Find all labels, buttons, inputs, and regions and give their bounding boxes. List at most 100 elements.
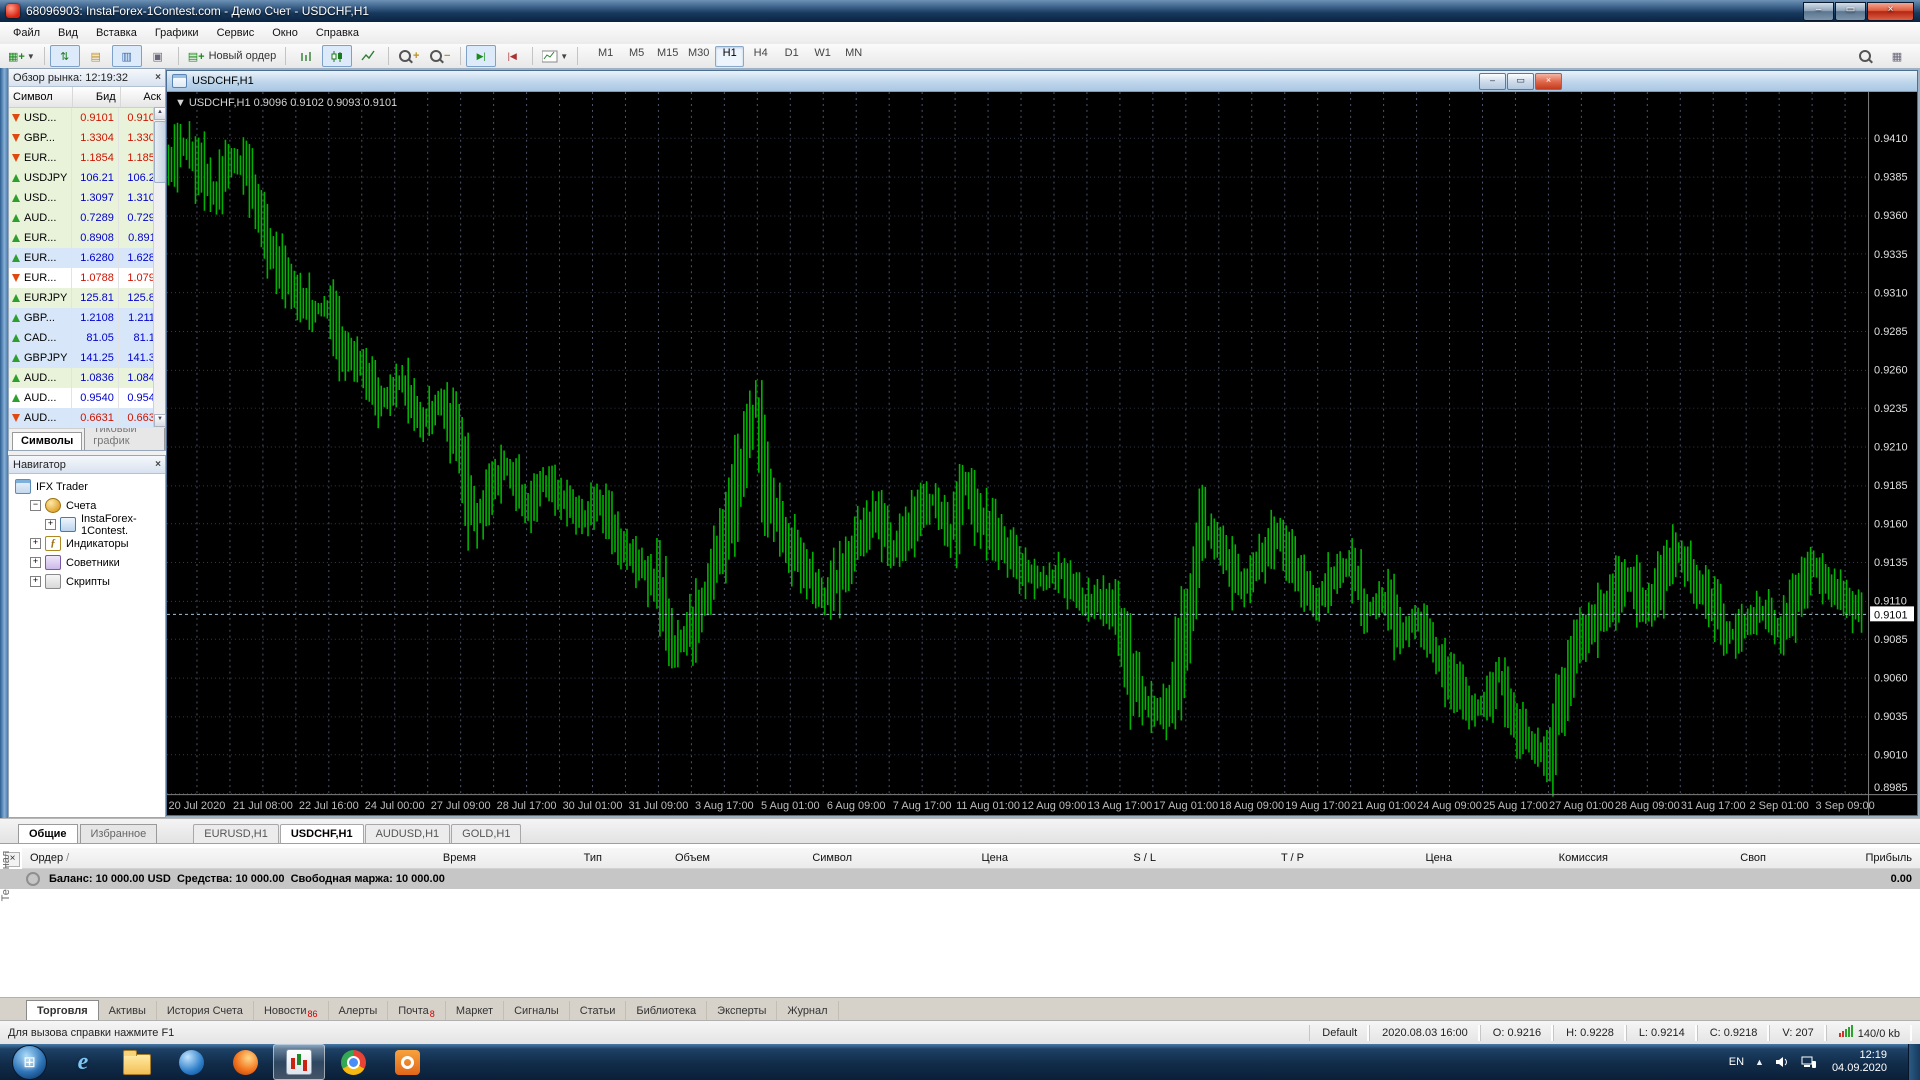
terminal-column-T / P[interactable]: T / P (1164, 852, 1312, 864)
timeframe-button-H1[interactable]: H1 (715, 45, 745, 67)
market-watch-row[interactable]: EUR... 1.6280 1.6287 (9, 248, 165, 268)
nav-tree-item[interactable]: + ƒ Индикаторы (9, 534, 165, 553)
line-chart-button[interactable] (353, 45, 383, 67)
tab-Избранное[interactable]: Избранное (79, 824, 158, 844)
chart-area[interactable]: 0.9410 0.9385 0.9360 0.9335 0.9310 0.9285 0.92… (167, 92, 1917, 815)
market-watch-row[interactable]: GBP... 1.2108 1.2115 (9, 308, 165, 328)
timeframe-button-M1[interactable]: M1 (591, 46, 620, 67)
new-order-button[interactable]: ▤+ Новый ордер (184, 45, 280, 67)
zoom-out-button[interactable]: − (425, 45, 455, 67)
terminal-tab-История Счета[interactable]: История Счета (157, 1001, 254, 1021)
terminal-column-Ордер[interactable]: Ордер / (22, 852, 290, 864)
taskbar-icon-chrome[interactable] (327, 1044, 379, 1080)
taskbar-icon-orange-square-app[interactable] (381, 1044, 433, 1080)
terminal-column-Тип[interactable]: Тип (484, 852, 610, 864)
taskbar-icon-orange-browser[interactable] (219, 1044, 271, 1080)
show-desktop-button[interactable] (1908, 1044, 1920, 1080)
close-icon[interactable]: × (155, 459, 161, 470)
timeframe-button-W1[interactable]: W1 (808, 46, 837, 67)
market-watch-row[interactable]: USDJPY 106.21 106.24 (9, 168, 165, 188)
timeframe-button-H4[interactable]: H4 (746, 46, 775, 67)
timeframe-button-M30[interactable]: M30 (684, 46, 713, 67)
timeframe-button-MN[interactable]: MN (839, 46, 868, 67)
market-watch-row[interactable]: GBPJPY 141.25 141.32 (9, 348, 165, 368)
chart-tab-USDCHF,H1[interactable]: USDCHF,H1 (279, 824, 364, 844)
data-window-button[interactable]: ▤ (81, 45, 111, 67)
chart-shift-button[interactable]: |◀ (497, 45, 527, 67)
tree-expander-plus[interactable]: + (30, 538, 41, 549)
taskbar-icon-internet-explorer[interactable]: e (57, 1044, 109, 1080)
chart-ohlc-info[interactable]: ▼ USDCHF,H1 0.9096 0.9102 0.9093 0.9101 (175, 97, 397, 109)
market-watch-row[interactable]: AUD... 0.6631 0.6639 (9, 408, 165, 428)
timeframe-button-M5[interactable]: M5 (622, 46, 651, 67)
market-watch-row[interactable]: GBP... 1.3304 1.3307 (9, 128, 165, 148)
volume-icon[interactable] (1775, 1055, 1790, 1069)
chart-close-button[interactable]: × (1535, 73, 1562, 90)
terminal-tab-Статьи[interactable]: Статьи (570, 1001, 627, 1021)
network-icon[interactable] (1801, 1055, 1817, 1069)
market-watch-toggle-button[interactable]: ⇅ (49, 45, 80, 67)
market-watch-row[interactable]: EUR... 1.1854 1.1857 (9, 148, 165, 168)
navigator-header[interactable]: Навигатор × (9, 456, 165, 474)
market-watch-column-header[interactable]: Бид (73, 87, 121, 107)
close-button[interactable]: × (1867, 1, 1914, 21)
market-watch-row[interactable]: AUD... 0.9540 0.9548 (9, 388, 165, 408)
candlestick-chart-button[interactable] (322, 45, 353, 67)
terminal-tab-Алерты[interactable]: Алерты (329, 1001, 389, 1021)
market-watch-row[interactable]: USD... 0.9101 0.9104 (9, 108, 165, 128)
taskbar-icon-metatrader4[interactable] (273, 1044, 325, 1080)
new-chart-button[interactable]: ▦+ ▼ (4, 45, 39, 67)
market-watch-column-header[interactable]: Аск (121, 87, 165, 107)
terminal-tab-Почта[interactable]: Почта 8 (388, 1001, 446, 1021)
market-watch-row[interactable]: EURJPY 125.81 125.84 (9, 288, 165, 308)
market-watch-row[interactable]: AUD... 0.7289 0.7292 (9, 208, 165, 228)
maximize-button[interactable]: ▭ (1835, 1, 1866, 21)
chart-background[interactable] (167, 92, 1917, 815)
chart-tab-GOLD,H1[interactable]: GOLD,H1 (451, 824, 522, 844)
clock[interactable]: 12:19 04.09.2020 (1828, 1049, 1887, 1075)
terminal-tab-Сигналы[interactable]: Сигналы (504, 1001, 570, 1021)
terminal-column-Прибыль[interactable]: Прибыль (1774, 852, 1920, 864)
market-watch-row[interactable]: EUR... 0.8908 0.8911 (9, 228, 165, 248)
titlebar[interactable]: 68096903: InstaForex-1Contest.com - Демо… (0, 0, 1920, 22)
terminal-tab-Эксперты[interactable]: Эксперты (707, 1001, 778, 1021)
tree-expander-plus[interactable]: + (30, 576, 41, 587)
show-hidden-icons-button[interactable]: ▲ (1755, 1057, 1764, 1067)
menu-item-Сервис[interactable]: Сервис (208, 24, 264, 42)
market-watch-scrollbar[interactable]: ▲ ▼ (153, 107, 166, 427)
market-watch-header[interactable]: Обзор рынка: 12:19:32 × (9, 69, 165, 87)
market-watch-row[interactable]: CAD... 81.05 81.13 (9, 328, 165, 348)
terminal-column-Объем[interactable]: Объем (610, 852, 718, 864)
menu-item-Справка[interactable]: Справка (307, 24, 368, 42)
chart-tab-EURUSD,H1[interactable]: EURUSD,H1 (193, 824, 279, 844)
terminal-tab-Новости[interactable]: Новости 86 (254, 1001, 329, 1021)
indicators-button[interactable]: ▼ (538, 45, 572, 67)
chart-window-titlebar[interactable]: USDCHF,H1 – ▭ × (167, 71, 1917, 92)
search-button[interactable] (1850, 45, 1880, 67)
menu-item-Вставка[interactable]: Вставка (87, 24, 146, 42)
tab-Общие[interactable]: Общие (18, 824, 78, 844)
scrollbar-thumb[interactable] (154, 121, 166, 183)
chart-restore-button[interactable]: ▭ (1507, 73, 1534, 90)
navigator-toggle-button[interactable]: ▥ (111, 45, 142, 67)
terminal-column-Символ[interactable]: Символ (718, 852, 860, 864)
scroll-down-icon[interactable]: ▼ (154, 414, 166, 427)
nav-tree-item[interactable]: + Скрипты (9, 572, 165, 591)
menu-item-Файл[interactable]: Файл (4, 24, 49, 42)
menu-item-Графики[interactable]: Графики (146, 24, 208, 42)
tree-expander-minus[interactable]: − (30, 500, 41, 511)
tab-Символы[interactable]: Символы (12, 432, 83, 450)
status-segment-0[interactable]: Default (1309, 1025, 1369, 1041)
terminal-tab-Библиотека[interactable]: Библиотека (626, 1001, 708, 1021)
bar-chart-button[interactable] (291, 45, 321, 67)
close-icon[interactable]: × (155, 72, 161, 83)
tree-expander-plus[interactable]: + (45, 519, 56, 530)
price-chart[interactable]: 0.9410 0.9385 0.9360 0.9335 0.9310 0.9285 0.92… (167, 92, 1917, 815)
scroll-up-icon[interactable]: ▲ (154, 107, 166, 120)
market-watch-row[interactable]: EUR... 1.0788 1.0791 (9, 268, 165, 288)
market-watch-row[interactable]: AUD... 1.0836 1.0848 (9, 368, 165, 388)
chart-minimize-button[interactable]: – (1479, 73, 1506, 90)
terminal-toggle-button[interactable]: ▣ (143, 45, 173, 67)
market-watch-row[interactable]: USD... 1.3097 1.3100 (9, 188, 165, 208)
chart-tab-AUDUSD,H1[interactable]: AUDUSD,H1 (364, 824, 451, 844)
